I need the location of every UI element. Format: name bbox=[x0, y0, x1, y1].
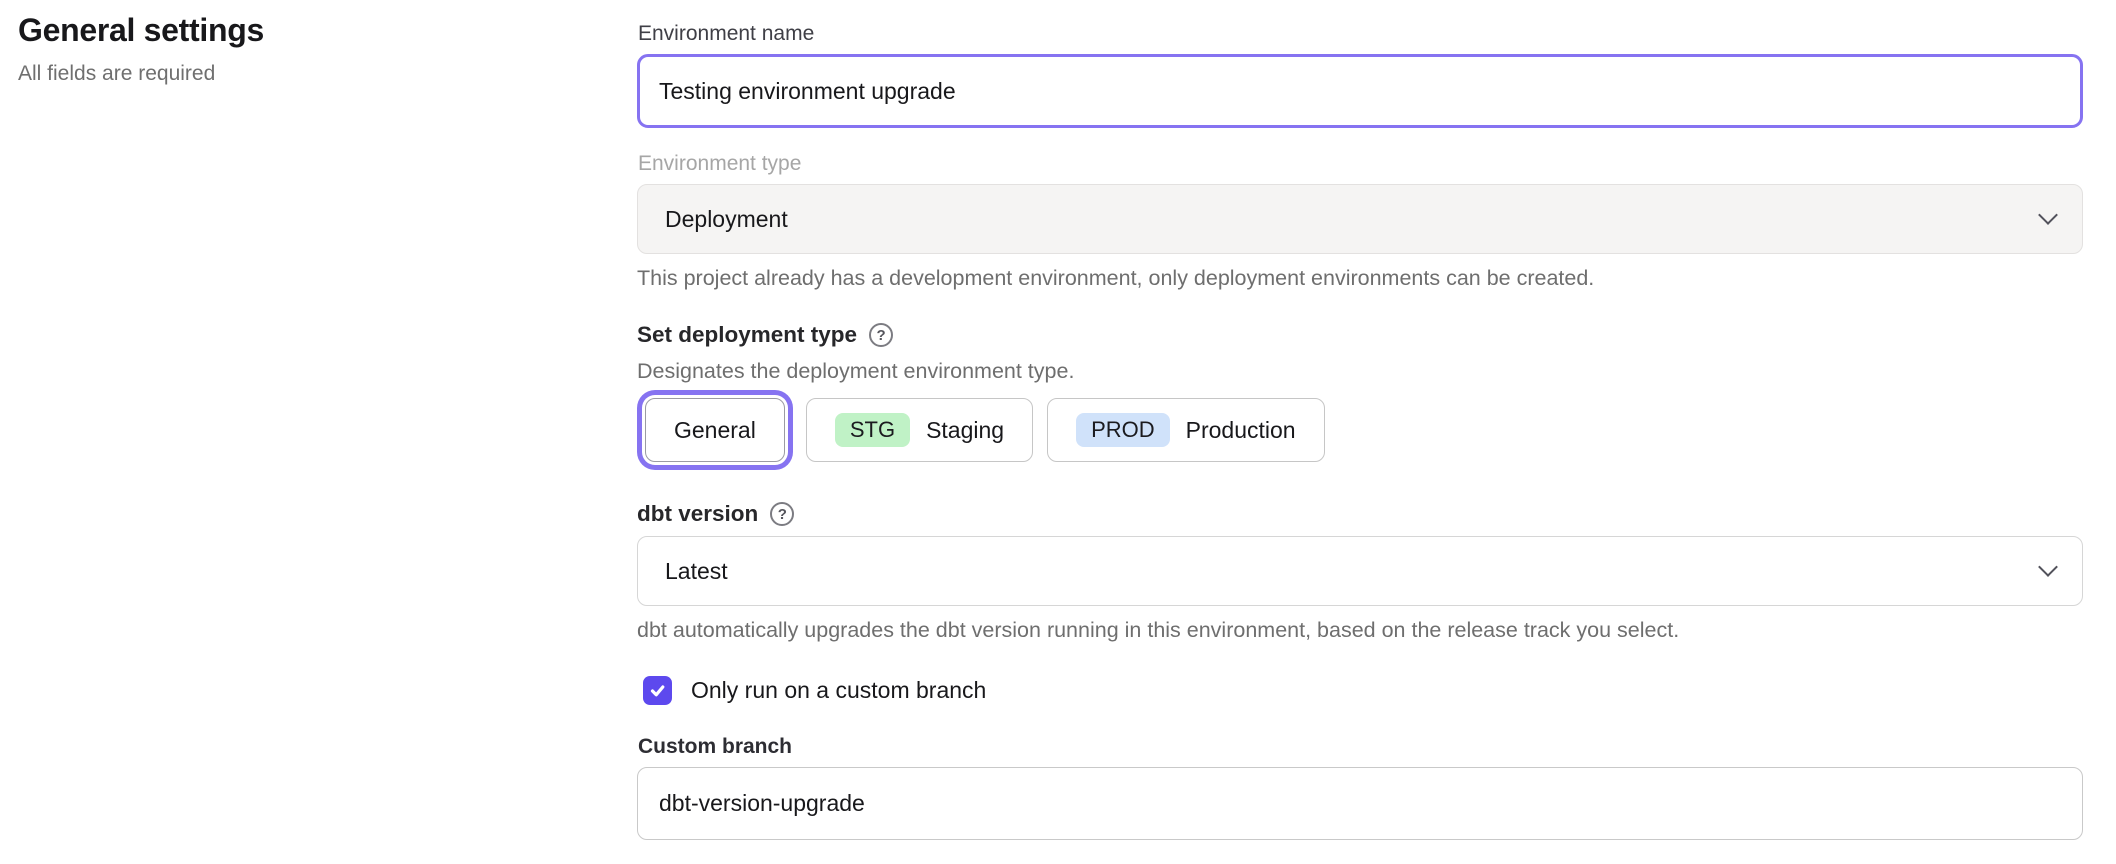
deployment-type-label: Set deployment type bbox=[637, 321, 857, 349]
dbt-version-value: Latest bbox=[665, 558, 728, 585]
chevron-down-icon bbox=[2038, 557, 2058, 577]
help-icon[interactable]: ? bbox=[770, 502, 794, 526]
deployment-type-option-label: General bbox=[674, 417, 756, 444]
deployment-type-option-production[interactable]: PROD Production bbox=[1047, 398, 1325, 462]
environment-name-input[interactable] bbox=[637, 54, 2083, 128]
deployment-type-helper: Designates the deployment environment ty… bbox=[637, 359, 2083, 384]
deployment-type-option-label: Production bbox=[1186, 417, 1296, 444]
production-badge: PROD bbox=[1076, 413, 1170, 447]
field-environment-name: Environment name bbox=[637, 22, 2083, 128]
field-environment-type: Environment type Deployment This project… bbox=[637, 152, 2083, 291]
dbt-version-label: dbt version bbox=[637, 500, 758, 528]
field-custom-branch: Custom branch bbox=[637, 735, 2083, 840]
staging-badge: STG bbox=[835, 413, 910, 447]
custom-branch-label: Custom branch bbox=[638, 735, 2083, 759]
page-subtitle: All fields are required bbox=[18, 62, 578, 86]
help-icon[interactable]: ? bbox=[869, 323, 893, 347]
dbt-version-select[interactable]: Latest bbox=[637, 536, 2083, 606]
environment-type-select: Deployment bbox=[637, 184, 2083, 254]
deployment-type-option-label: Staging bbox=[926, 417, 1004, 444]
dbt-version-label-row: dbt version ? bbox=[637, 500, 2083, 528]
custom-branch-checkbox[interactable] bbox=[643, 676, 672, 705]
custom-branch-toggle-label[interactable]: Only run on a custom branch bbox=[691, 677, 986, 704]
dbt-version-helper: dbt automatically upgrades the dbt versi… bbox=[637, 618, 2083, 643]
environment-type-helper: This project already has a development e… bbox=[637, 266, 2083, 291]
deployment-type-option-staging[interactable]: STG Staging bbox=[806, 398, 1033, 462]
environment-type-label: Environment type bbox=[638, 152, 2083, 176]
settings-header: General settings All fields are required bbox=[18, 12, 578, 86]
checkmark-icon bbox=[649, 682, 666, 699]
deployment-type-options: General STG Staging PROD Production bbox=[637, 390, 2083, 470]
environment-settings-form: Environment name Environment type Deploy… bbox=[637, 22, 2083, 840]
deployment-type-option-general[interactable]: General bbox=[645, 398, 785, 462]
deployment-type-label-row: Set deployment type ? bbox=[637, 321, 2083, 349]
page-title: General settings bbox=[18, 12, 578, 49]
environment-name-label: Environment name bbox=[638, 22, 2083, 46]
chevron-down-icon bbox=[2038, 205, 2058, 225]
environment-type-value: Deployment bbox=[665, 206, 788, 233]
field-dbt-version: dbt version ? Latest dbt automatically u… bbox=[637, 500, 2083, 643]
field-deployment-type: Set deployment type ? Designates the dep… bbox=[637, 321, 2083, 470]
custom-branch-toggle-row: Only run on a custom branch bbox=[637, 676, 2083, 705]
custom-branch-input[interactable] bbox=[637, 767, 2083, 840]
